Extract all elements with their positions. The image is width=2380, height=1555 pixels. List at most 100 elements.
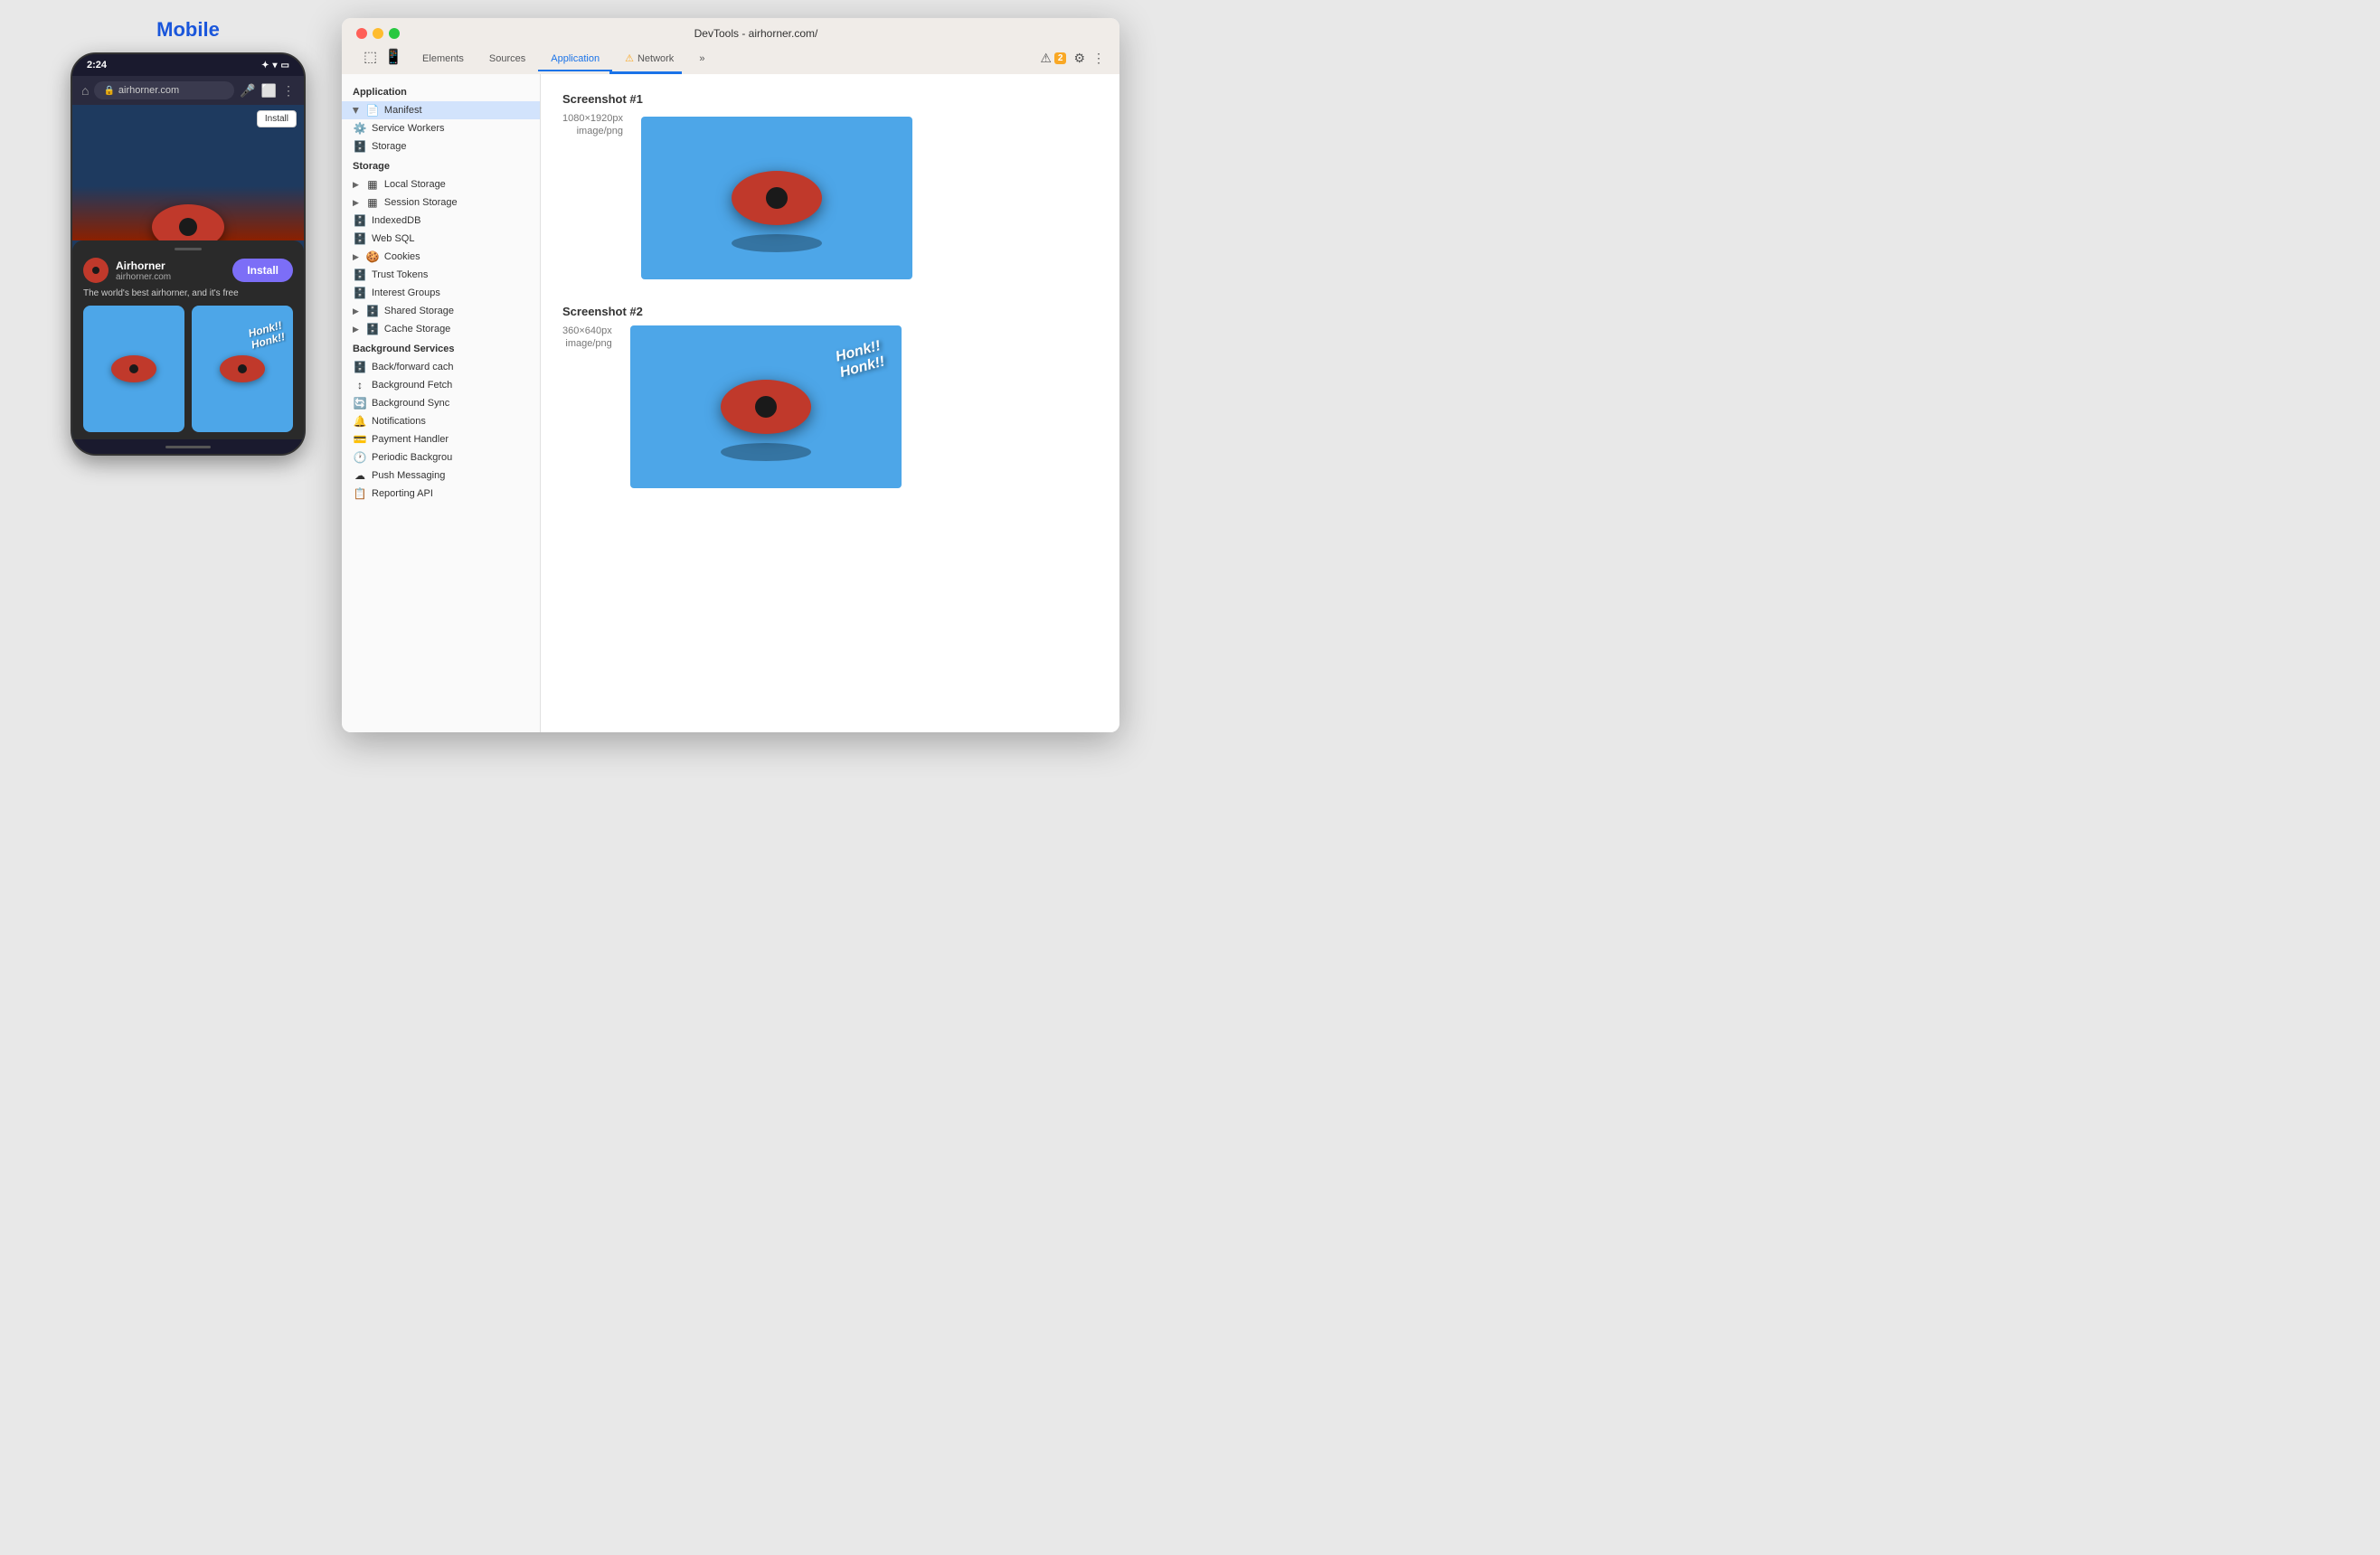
phone-time: 2:24 [87, 60, 107, 71]
airhorn-image-2 [721, 380, 811, 434]
sidebar-item-session-storage[interactable]: ▶ ▦ Session Storage [342, 193, 540, 212]
screenshot-1-dimensions: 1080×1920px [562, 113, 623, 124]
devtools-window: DevTools - airhorner.com/ ⬚ 📱 Elements S… [342, 18, 1119, 732]
service-workers-icon: ⚙️ [353, 122, 367, 135]
session-storage-arrow: ▶ [353, 198, 359, 208]
app-name: Airhorner [116, 259, 171, 272]
screenshot-2-section: Screenshot #2 360×640px image/png Honk!!… [562, 305, 1098, 488]
interest-groups-icon: 🗄️ [353, 287, 367, 299]
minimize-button[interactable] [373, 28, 383, 39]
sidebar-item-shared-storage[interactable]: ▶ 🗄️ Shared Storage [342, 302, 540, 320]
screenshot-2-type: image/png [565, 338, 611, 349]
battery-icon: ▭ [281, 61, 289, 71]
sidebar-item-cookies[interactable]: ▶ 🍪 Cookies [342, 248, 540, 266]
inspect-icon[interactable]: ⬚ [364, 48, 377, 66]
close-button[interactable] [356, 28, 367, 39]
sidebar-item-service-workers[interactable]: ⚙️ Service Workers [342, 119, 540, 137]
nav-indicator [165, 446, 211, 448]
cache-storage-icon: 🗄️ [365, 323, 380, 335]
screenshot-1-type: image/png [577, 126, 623, 137]
app-url: airhorner.com [116, 272, 171, 282]
airhorn-main-image [152, 204, 224, 240]
tab-more[interactable]: » [686, 48, 717, 71]
honk-text-2: Honk!!Honk!! [247, 320, 287, 352]
cookies-arrow: ▶ [353, 252, 359, 262]
screenshot-1-row: 1080×1920px image/png [562, 113, 1098, 279]
maximize-button[interactable] [389, 28, 400, 39]
more-options-icon[interactable]: ⋮ [1092, 51, 1105, 66]
screenshot-2-image: Honk!! Honk!! [630, 325, 902, 488]
sidebar-item-reporting-api[interactable]: 📋 Reporting API [342, 485, 540, 503]
screenshot-thumb-1 [83, 306, 184, 432]
sidebar-item-bg-sync[interactable]: 🔄 Background Sync [342, 394, 540, 412]
device-icon[interactable]: 📱 [384, 48, 402, 66]
sidebar-item-notifications[interactable]: 🔔 Notifications [342, 412, 540, 430]
menu-icon: ⋮ [282, 83, 295, 99]
sidebar-section-bg-services: Background Services [342, 338, 540, 358]
install-banner-top[interactable]: Install [257, 110, 297, 127]
devtools-main-panel: Screenshot #1 1080×1920px image/png Scre… [541, 74, 1119, 732]
sidebar-item-back-forward[interactable]: 🗄️ Back/forward cach [342, 358, 540, 376]
shared-storage-arrow: ▶ [353, 306, 359, 316]
traffic-lights [356, 28, 400, 39]
sidebar-item-storage[interactable]: 🗄️ Storage [342, 137, 540, 156]
app-icon [83, 258, 109, 283]
bottom-sheet: Airhorner airhorner.com Install The worl… [72, 240, 304, 439]
sidebar-section-application: Application [342, 81, 540, 101]
sheet-handle [175, 248, 202, 250]
honk-overlay: Honk!! Honk!! [834, 338, 886, 381]
sidebar-item-trust-tokens[interactable]: 🗄️ Trust Tokens [342, 266, 540, 284]
notifications-icon: 🔔 [353, 415, 367, 428]
wifi-icon: ▾ [273, 61, 278, 71]
install-button[interactable]: Install [232, 259, 293, 282]
settings-icon[interactable]: ⚙ [1073, 51, 1085, 66]
screenshot-thumb-2: Honk!!Honk!! [192, 306, 293, 432]
warning-icon-small: ⚠ [1040, 51, 1052, 66]
periodic-bg-icon: 🕐 [353, 451, 367, 464]
tab-elements[interactable]: Elements [410, 48, 477, 71]
phone-frame: 2:24 ✦ ▾ ▭ ⌂ 🔒 airhorner.com 🎤 ⬜ ⋮ Insta… [71, 52, 306, 456]
phone-nav-bar [72, 439, 304, 454]
app-info-left: Airhorner airhorner.com [83, 258, 171, 283]
sidebar-item-periodic-bg[interactable]: 🕐 Periodic Backgrou [342, 448, 540, 466]
sidebar-item-bg-fetch[interactable]: ↕ Background Fetch [342, 376, 540, 394]
tab-sources[interactable]: Sources [477, 48, 538, 71]
sidebar-section-storage: Storage [342, 156, 540, 175]
sidebar-item-web-sql[interactable]: 🗄️ Web SQL [342, 230, 540, 248]
storage-icon: 🗄️ [353, 140, 367, 153]
status-icons: ✦ ▾ ▭ [261, 61, 289, 71]
bg-fetch-icon: ↕ [353, 379, 367, 391]
airhorn-shadow-1 [732, 234, 822, 252]
phone-content: Install Airhorner airhorner.com [72, 105, 304, 439]
local-storage-arrow: ▶ [353, 180, 359, 190]
trust-tokens-icon: 🗄️ [353, 269, 367, 281]
sidebar-item-push-messaging[interactable]: ☁ Push Messaging [342, 466, 540, 485]
phone-status-bar: 2:24 ✦ ▾ ▭ [72, 54, 304, 76]
sidebar-item-payment-handler[interactable]: 💳 Payment Handler [342, 430, 540, 448]
cookies-icon: 🍪 [365, 250, 380, 263]
warning-count[interactable]: ⚠ 2 [1040, 51, 1066, 66]
airhorn-shadow-2 [721, 443, 811, 461]
bluetooth-icon: ✦ [261, 61, 269, 71]
screenshot-1-title: Screenshot #1 [562, 92, 1098, 106]
sidebar-item-cache-storage[interactable]: ▶ 🗄️ Cache Storage [342, 320, 540, 338]
tab-network[interactable]: ⚠ Network [612, 47, 686, 71]
mobile-preview: Mobile 2:24 ✦ ▾ ▭ ⌂ 🔒 airhorner.com 🎤 ⬜ … [71, 18, 306, 456]
screenshots-row: Honk!!Honk!! [83, 306, 293, 432]
devtools-sidebar: Application ▶ 📄 Manifest ⚙️ Service Work… [342, 74, 541, 732]
app-info-text: Airhorner airhorner.com [116, 259, 171, 282]
address-input[interactable]: 🔒 airhorner.com [94, 81, 234, 99]
sidebar-item-manifest[interactable]: ▶ 📄 Manifest [342, 101, 540, 119]
lock-icon: 🔒 [103, 86, 114, 96]
airhorn-thumb-1 [111, 355, 156, 382]
sidebar-item-interest-groups[interactable]: 🗄️ Interest Groups [342, 284, 540, 302]
tab-application[interactable]: Application [538, 48, 612, 71]
screenshot-2-dimensions: 360×640px [562, 325, 612, 336]
back-forward-icon: 🗄️ [353, 361, 367, 373]
sidebar-item-local-storage[interactable]: ▶ ▦ Local Storage [342, 175, 540, 193]
sidebar-item-indexeddb[interactable]: 🗄️ IndexedDB [342, 212, 540, 230]
screenshot-2-row: 360×640px image/png Honk!! Honk!! [562, 325, 1098, 488]
indexeddb-icon: 🗄️ [353, 214, 367, 227]
session-storage-icon: ▦ [365, 196, 380, 209]
warning-badge: 2 [1054, 52, 1067, 64]
